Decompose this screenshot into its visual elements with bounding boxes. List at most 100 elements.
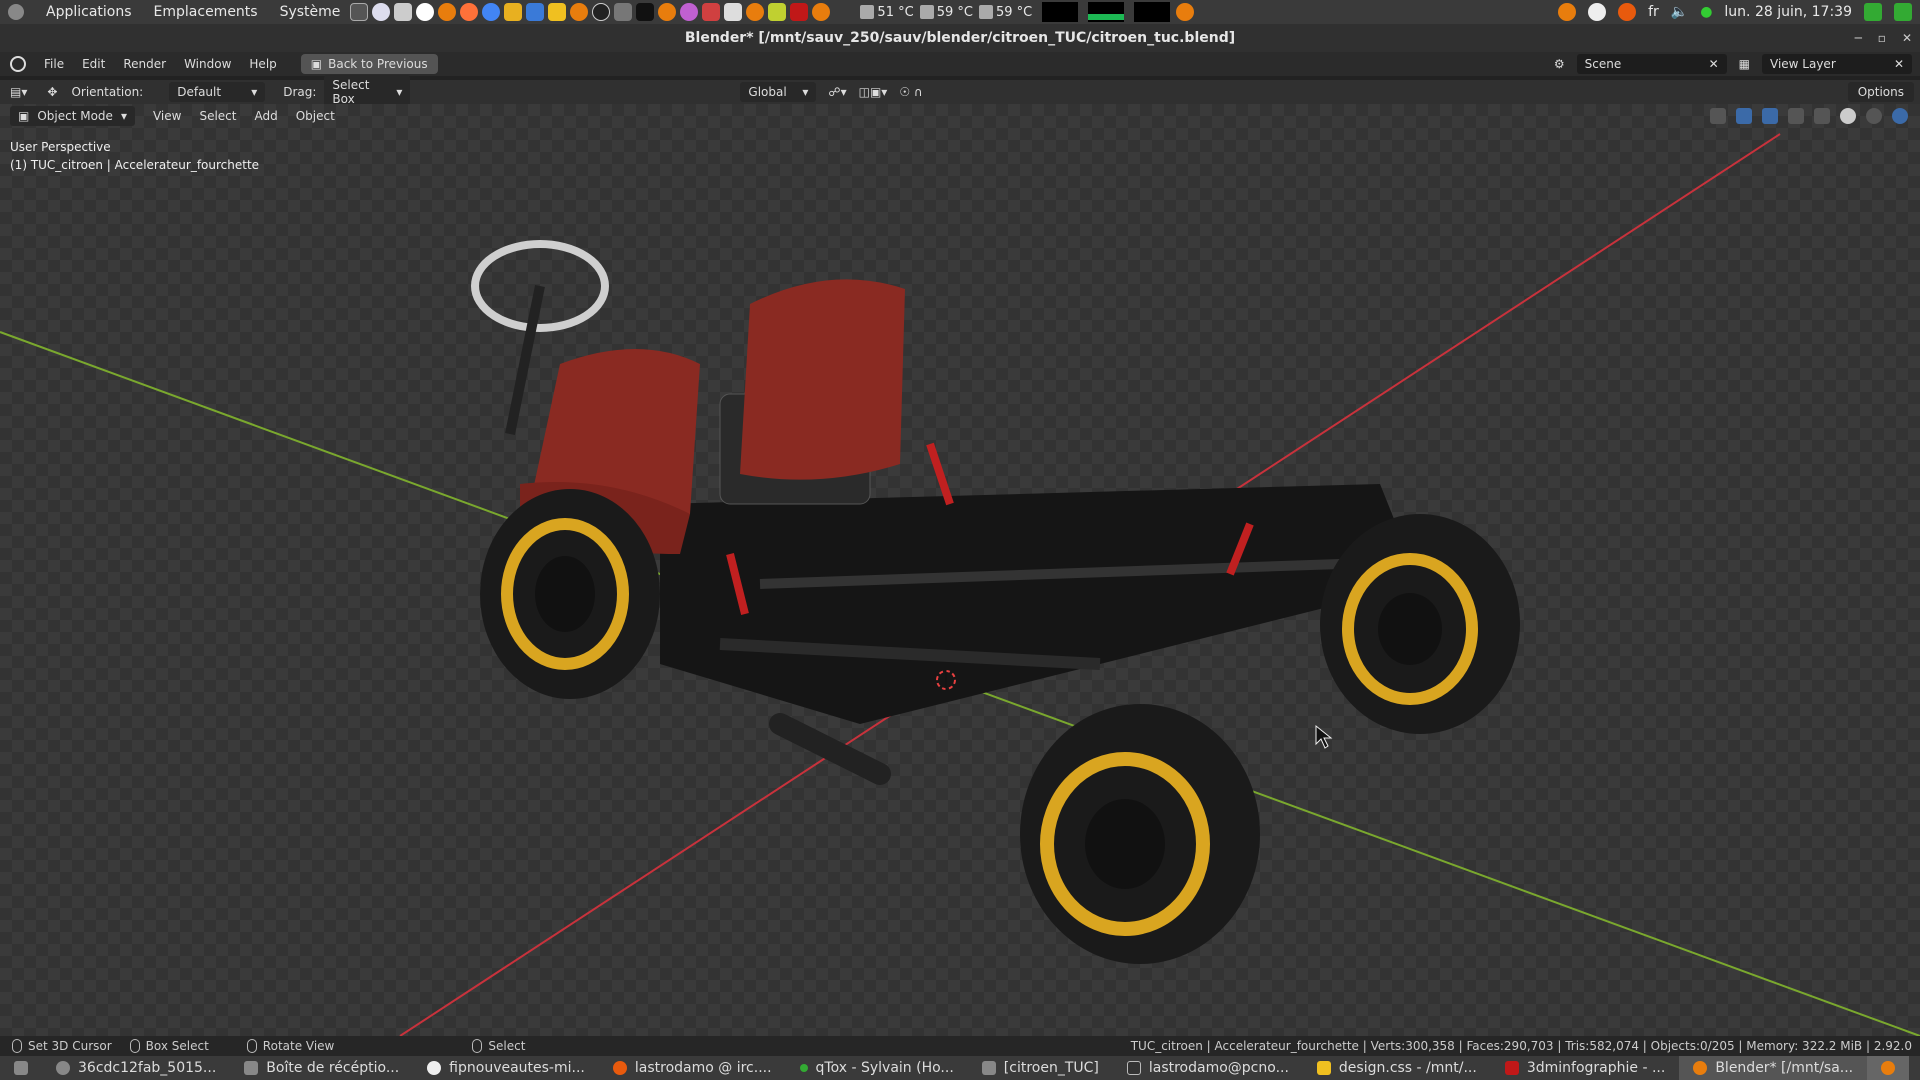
proportional-edit-icon[interactable]: ☉ ∩ xyxy=(899,85,922,99)
chevron-down-icon: ▾ xyxy=(802,85,809,99)
visibility-icon[interactable] xyxy=(1710,108,1726,124)
app-icon[interactable] xyxy=(614,3,633,21)
task-item[interactable] xyxy=(1867,1056,1910,1080)
viewport-scene xyxy=(0,133,1920,1036)
pivot-icon[interactable]: ☍▾ xyxy=(828,85,846,99)
menu-window[interactable]: Window xyxy=(184,57,231,71)
close-icon[interactable]: ✕ xyxy=(1902,31,1912,45)
blender-launcher-icon[interactable] xyxy=(746,3,765,21)
rendered-shading-icon[interactable] xyxy=(1892,108,1908,124)
firefox-icon[interactable] xyxy=(460,3,479,21)
task-item[interactable]: lastrodamo @ irc.... xyxy=(599,1056,786,1080)
drag-label: Drag: xyxy=(283,85,317,99)
move-tool-icon[interactable]: ✥ xyxy=(47,85,57,99)
menu-systeme[interactable]: Système xyxy=(280,4,341,20)
gizmo-icon[interactable] xyxy=(1736,108,1752,124)
task-item[interactable]: Boîte de récéptio... xyxy=(230,1056,413,1080)
3d-viewport[interactable]: ▣ Object Mode ▾ View Select Add Object U… xyxy=(0,104,1920,1036)
view-layer-icon[interactable]: ▦ xyxy=(1739,57,1750,71)
blender-launcher-icon[interactable] xyxy=(1176,3,1195,21)
task-item[interactable]: lastrodamo@pcno... xyxy=(1113,1056,1303,1080)
system-monitor-graph[interactable] xyxy=(1088,2,1125,22)
orientation-dropdown[interactable]: Default ▾ xyxy=(169,82,266,102)
transform-orientation-dropdown[interactable]: Global ▾ xyxy=(740,82,817,102)
scene-icon[interactable]: ⚙ xyxy=(1554,57,1565,71)
blender-launcher-icon[interactable] xyxy=(812,3,831,21)
viewport-info: User Perspective (1) TUC_citroen | Accel… xyxy=(10,138,259,174)
mouse-right-icon xyxy=(472,1039,483,1053)
menu-applications[interactable]: Applications xyxy=(46,4,132,20)
app-tray-icon[interactable] xyxy=(1588,3,1607,21)
app-icon[interactable] xyxy=(680,3,699,21)
menu-edit[interactable]: Edit xyxy=(82,57,105,71)
app-tray-icon[interactable] xyxy=(1894,3,1912,21)
xray-icon[interactable] xyxy=(1788,108,1804,124)
inkscape-icon[interactable] xyxy=(636,3,655,21)
snap-icon[interactable]: ◫▣▾ xyxy=(859,85,888,99)
files-icon[interactable] xyxy=(394,3,413,21)
solid-shading-icon[interactable] xyxy=(1840,108,1856,124)
editor-icon xyxy=(1316,1061,1331,1075)
distro-logo-icon[interactable] xyxy=(8,4,24,20)
app-icon[interactable] xyxy=(548,3,567,21)
blender-launcher-icon[interactable] xyxy=(438,3,457,21)
status-select: Select xyxy=(488,1039,526,1053)
volume-icon[interactable]: 🔈 xyxy=(1671,4,1688,20)
task-item[interactable]: [citroen_TUC] xyxy=(968,1056,1113,1080)
terminal-icon[interactable] xyxy=(350,3,369,21)
network-icon[interactable]: ● xyxy=(1700,4,1712,20)
task-item[interactable]: design.css - /mnt/... xyxy=(1303,1056,1491,1080)
app-icon[interactable] xyxy=(702,3,721,21)
menu-help[interactable]: Help xyxy=(249,57,276,71)
overlay-icon[interactable] xyxy=(1762,108,1778,124)
keyboard-layout[interactable]: fr xyxy=(1648,4,1659,20)
app-icon[interactable] xyxy=(526,3,545,21)
blender-launcher-icon[interactable] xyxy=(658,3,677,21)
back-to-previous-button[interactable]: ▣ Back to Previous xyxy=(300,54,438,74)
menu-render[interactable]: Render xyxy=(123,57,166,71)
show-desktop-button[interactable] xyxy=(0,1056,42,1080)
app-tray-icon[interactable] xyxy=(1618,3,1637,21)
object-mode-dropdown[interactable]: ▣ Object Mode ▾ xyxy=(10,106,135,126)
material-shading-icon[interactable] xyxy=(1866,108,1882,124)
minimize-icon[interactable]: ─ xyxy=(1855,31,1862,45)
editor-type-icon[interactable]: ▤▾ xyxy=(10,85,27,99)
app-icon[interactable] xyxy=(504,3,523,21)
options-button[interactable]: Options xyxy=(1847,82,1914,102)
close-icon[interactable]: ✕ xyxy=(1894,57,1904,71)
wheel-front-right xyxy=(1020,704,1260,964)
system-monitor-graph[interactable] xyxy=(1042,2,1079,22)
view-layer-selector[interactable]: View Layer ✕ xyxy=(1762,54,1912,74)
task-label: qTox - Sylvain (Ho... xyxy=(815,1060,954,1076)
scene-selector[interactable]: Scene ✕ xyxy=(1576,54,1727,74)
task-item[interactable]: qTox - Sylvain (Ho... xyxy=(786,1056,968,1080)
maximize-icon[interactable]: ▫ xyxy=(1878,31,1886,45)
menu-add[interactable]: Add xyxy=(254,109,277,123)
wireframe-shading-icon[interactable] xyxy=(1814,108,1830,124)
blender-launcher-icon[interactable] xyxy=(570,3,589,21)
app-tray-icon[interactable] xyxy=(1864,3,1882,21)
menu-object[interactable]: Object xyxy=(296,109,335,123)
task-item[interactable]: fipnouveautes-mi... xyxy=(413,1056,599,1080)
blender-logo-icon[interactable] xyxy=(10,56,26,72)
window-title: Blender* [/mnt/sauv_250/sauv/blender/cit… xyxy=(684,30,1236,46)
menu-emplacements[interactable]: Emplacements xyxy=(154,4,258,20)
app-icon[interactable] xyxy=(416,3,435,21)
close-icon[interactable]: ✕ xyxy=(1709,57,1719,71)
menu-file[interactable]: File xyxy=(44,57,64,71)
blender-tray-icon[interactable] xyxy=(1558,3,1577,21)
filezilla-icon[interactable] xyxy=(790,3,809,21)
task-item[interactable]: 3dminfographie - ... xyxy=(1491,1056,1679,1080)
window-titlebar[interactable]: Blender* [/mnt/sauv_250/sauv/blender/cit… xyxy=(0,24,1920,52)
task-item-active[interactable]: Blender* [/mnt/sa... xyxy=(1679,1056,1868,1080)
menu-view[interactable]: View xyxy=(153,109,181,123)
system-monitor-graph[interactable] xyxy=(1134,2,1171,22)
menu-select[interactable]: Select xyxy=(199,109,236,123)
app-icon[interactable] xyxy=(724,3,743,21)
task-item[interactable]: 36cdc12fab_5015... xyxy=(42,1056,230,1080)
clock[interactable]: lun. 28 juin, 17:39 xyxy=(1724,4,1852,20)
obs-icon[interactable] xyxy=(592,3,611,21)
app-icon[interactable] xyxy=(768,3,787,21)
browser-icon[interactable] xyxy=(372,3,391,21)
chrome-icon[interactable] xyxy=(482,3,501,21)
